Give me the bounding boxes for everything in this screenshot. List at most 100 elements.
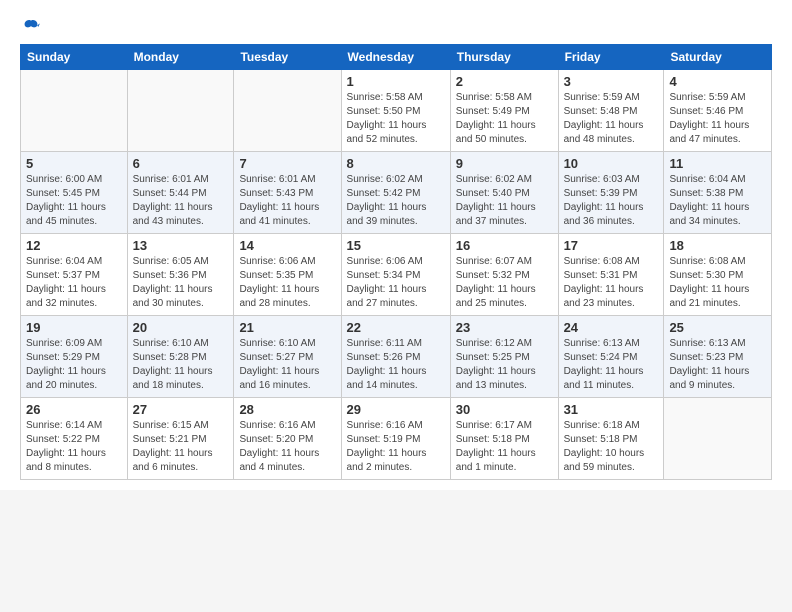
day-info: Sunrise: 5:58 AM Sunset: 5:49 PM Dayligh…	[456, 91, 553, 147]
calendar-cell: 19 Sunrise: 6:09 AM Sunset: 5:29 PM Dayli…	[21, 316, 128, 398]
day-info: Sunrise: 6:03 AM Sunset: 5:39 PM Dayligh…	[564, 173, 659, 229]
calendar-table: SundayMondayTuesdayWednesdayThursdayFrid…	[20, 44, 772, 480]
day-info: Sunrise: 6:14 AM Sunset: 5:22 PM Dayligh…	[26, 419, 122, 475]
day-info: Sunrise: 6:05 AM Sunset: 5:36 PM Dayligh…	[133, 255, 229, 311]
calendar-cell: 22 Sunrise: 6:11 AM Sunset: 5:26 PM Dayli…	[341, 316, 450, 398]
day-info: Sunrise: 5:58 AM Sunset: 5:50 PM Dayligh…	[347, 91, 445, 147]
day-number: 19	[26, 320, 122, 335]
day-info: Sunrise: 6:07 AM Sunset: 5:32 PM Dayligh…	[456, 255, 553, 311]
calendar-cell: 18Sunrise: 6:08 AM Sunset: 5:30 PM Dayli…	[664, 234, 772, 316]
day-number: 1	[347, 74, 445, 89]
calendar-cell: 8 Sunrise: 6:02 AM Sunset: 5:42 PM Daylig…	[341, 152, 450, 234]
calendar-week-row: 5 Sunrise: 6:00 AM Sunset: 5:45 PM Daylig…	[21, 152, 772, 234]
day-info: Sunrise: 5:59 AM Sunset: 5:46 PM Dayligh…	[669, 91, 766, 147]
calendar-cell	[234, 70, 341, 152]
day-info: Sunrise: 6:04 AM Sunset: 5:37 PM Dayligh…	[26, 255, 122, 311]
day-info: Sunrise: 6:02 AM Sunset: 5:40 PM Dayligh…	[456, 173, 553, 229]
calendar-cell: 21 Sunrise: 6:10 AM Sunset: 5:27 PM Dayli…	[234, 316, 341, 398]
day-number: 6	[133, 156, 229, 171]
day-number: 28	[239, 402, 335, 417]
day-number: 26	[26, 402, 122, 417]
day-info: Sunrise: 6:06 AM Sunset: 5:35 PM Dayligh…	[239, 255, 335, 311]
calendar-week-row: 19 Sunrise: 6:09 AM Sunset: 5:29 PM Dayli…	[21, 316, 772, 398]
day-number: 23	[456, 320, 553, 335]
day-number: 13	[133, 238, 229, 253]
day-info: Sunrise: 6:08 AM Sunset: 5:31 PM Dayligh…	[564, 255, 659, 311]
calendar-cell: 28 Sunrise: 6:16 AM Sunset: 5:20 PM Dayli…	[234, 398, 341, 480]
calendar-cell: 4 Sunrise: 5:59 AM Sunset: 5:46 PM Daylig…	[664, 70, 772, 152]
logo-bird-icon	[22, 18, 40, 36]
day-info: Sunrise: 6:00 AM Sunset: 5:45 PM Dayligh…	[26, 173, 122, 229]
calendar-cell: 12 Sunrise: 6:04 AM Sunset: 5:37 PM Dayli…	[21, 234, 128, 316]
day-number: 22	[347, 320, 445, 335]
day-number: 11	[669, 156, 766, 171]
day-info: Sunrise: 6:10 AM Sunset: 5:28 PM Dayligh…	[133, 337, 229, 393]
calendar-cell: 3 Sunrise: 5:59 AM Sunset: 5:48 PM Daylig…	[558, 70, 664, 152]
day-info: Sunrise: 6:17 AM Sunset: 5:18 PM Dayligh…	[456, 419, 553, 475]
day-number: 20	[133, 320, 229, 335]
calendar-cell	[127, 70, 234, 152]
calendar-cell: 10Sunrise: 6:03 AM Sunset: 5:39 PM Dayli…	[558, 152, 664, 234]
calendar-cell: 13 Sunrise: 6:05 AM Sunset: 5:36 PM Dayli…	[127, 234, 234, 316]
day-number: 7	[239, 156, 335, 171]
calendar-cell: 27Sunrise: 6:15 AM Sunset: 5:21 PM Dayli…	[127, 398, 234, 480]
day-info: Sunrise: 6:18 AM Sunset: 5:18 PM Dayligh…	[564, 419, 659, 475]
calendar-cell: 14 Sunrise: 6:06 AM Sunset: 5:35 PM Dayli…	[234, 234, 341, 316]
header	[20, 18, 772, 34]
calendar-header-row: SundayMondayTuesdayWednesdayThursdayFrid…	[21, 45, 772, 70]
calendar-cell	[664, 398, 772, 480]
day-number: 3	[564, 74, 659, 89]
day-number: 31	[564, 402, 659, 417]
calendar-cell: 24Sunrise: 6:13 AM Sunset: 5:24 PM Dayli…	[558, 316, 664, 398]
calendar-cell	[21, 70, 128, 152]
calendar-cell: 7 Sunrise: 6:01 AM Sunset: 5:43 PM Daylig…	[234, 152, 341, 234]
day-info: Sunrise: 5:59 AM Sunset: 5:48 PM Dayligh…	[564, 91, 659, 147]
day-number: 17	[564, 238, 659, 253]
day-number: 25	[669, 320, 766, 335]
day-info: Sunrise: 6:15 AM Sunset: 5:21 PM Dayligh…	[133, 419, 229, 475]
day-info: Sunrise: 6:08 AM Sunset: 5:30 PM Dayligh…	[669, 255, 766, 311]
calendar-cell: 23 Sunrise: 6:12 AM Sunset: 5:25 PM Dayli…	[450, 316, 558, 398]
calendar-cell: 11Sunrise: 6:04 AM Sunset: 5:38 PM Dayli…	[664, 152, 772, 234]
day-info: Sunrise: 6:01 AM Sunset: 5:43 PM Dayligh…	[239, 173, 335, 229]
day-info: Sunrise: 6:10 AM Sunset: 5:27 PM Dayligh…	[239, 337, 335, 393]
calendar-cell: 31 Sunrise: 6:18 AM Sunset: 5:18 PM Dayli…	[558, 398, 664, 480]
day-number: 21	[239, 320, 335, 335]
day-number: 29	[347, 402, 445, 417]
day-number: 8	[347, 156, 445, 171]
day-number: 14	[239, 238, 335, 253]
weekday-header-wednesday: Wednesday	[341, 45, 450, 70]
day-info: Sunrise: 6:16 AM Sunset: 5:19 PM Dayligh…	[347, 419, 445, 475]
calendar-cell: 16 Sunrise: 6:07 AM Sunset: 5:32 PM Dayli…	[450, 234, 558, 316]
day-number: 4	[669, 74, 766, 89]
day-number: 24	[564, 320, 659, 335]
calendar-week-row: 12 Sunrise: 6:04 AM Sunset: 5:37 PM Dayli…	[21, 234, 772, 316]
calendar-week-row: 26 Sunrise: 6:14 AM Sunset: 5:22 PM Dayli…	[21, 398, 772, 480]
calendar-cell: 29 Sunrise: 6:16 AM Sunset: 5:19 PM Dayli…	[341, 398, 450, 480]
day-info: Sunrise: 6:06 AM Sunset: 5:34 PM Dayligh…	[347, 255, 445, 311]
weekday-header-thursday: Thursday	[450, 45, 558, 70]
day-info: Sunrise: 6:12 AM Sunset: 5:25 PM Dayligh…	[456, 337, 553, 393]
day-number: 12	[26, 238, 122, 253]
day-info: Sunrise: 6:16 AM Sunset: 5:20 PM Dayligh…	[239, 419, 335, 475]
weekday-header-monday: Monday	[127, 45, 234, 70]
calendar-cell: 1 Sunrise: 5:58 AM Sunset: 5:50 PM Daylig…	[341, 70, 450, 152]
day-info: Sunrise: 6:11 AM Sunset: 5:26 PM Dayligh…	[347, 337, 445, 393]
day-number: 15	[347, 238, 445, 253]
calendar-cell: 15 Sunrise: 6:06 AM Sunset: 5:34 PM Dayli…	[341, 234, 450, 316]
weekday-header-saturday: Saturday	[664, 45, 772, 70]
day-number: 5	[26, 156, 122, 171]
calendar-cell: 2 Sunrise: 5:58 AM Sunset: 5:49 PM Daylig…	[450, 70, 558, 152]
day-info: Sunrise: 6:09 AM Sunset: 5:29 PM Dayligh…	[26, 337, 122, 393]
calendar-cell: 25Sunrise: 6:13 AM Sunset: 5:23 PM Dayli…	[664, 316, 772, 398]
day-number: 9	[456, 156, 553, 171]
calendar-cell: 30Sunrise: 6:17 AM Sunset: 5:18 PM Dayli…	[450, 398, 558, 480]
calendar-cell: 6Sunrise: 6:01 AM Sunset: 5:44 PM Daylig…	[127, 152, 234, 234]
day-number: 16	[456, 238, 553, 253]
weekday-header-tuesday: Tuesday	[234, 45, 341, 70]
page: SundayMondayTuesdayWednesdayThursdayFrid…	[0, 0, 792, 490]
day-info: Sunrise: 6:02 AM Sunset: 5:42 PM Dayligh…	[347, 173, 445, 229]
calendar-cell: 17 Sunrise: 6:08 AM Sunset: 5:31 PM Dayli…	[558, 234, 664, 316]
day-number: 2	[456, 74, 553, 89]
calendar-week-row: 1 Sunrise: 5:58 AM Sunset: 5:50 PM Daylig…	[21, 70, 772, 152]
